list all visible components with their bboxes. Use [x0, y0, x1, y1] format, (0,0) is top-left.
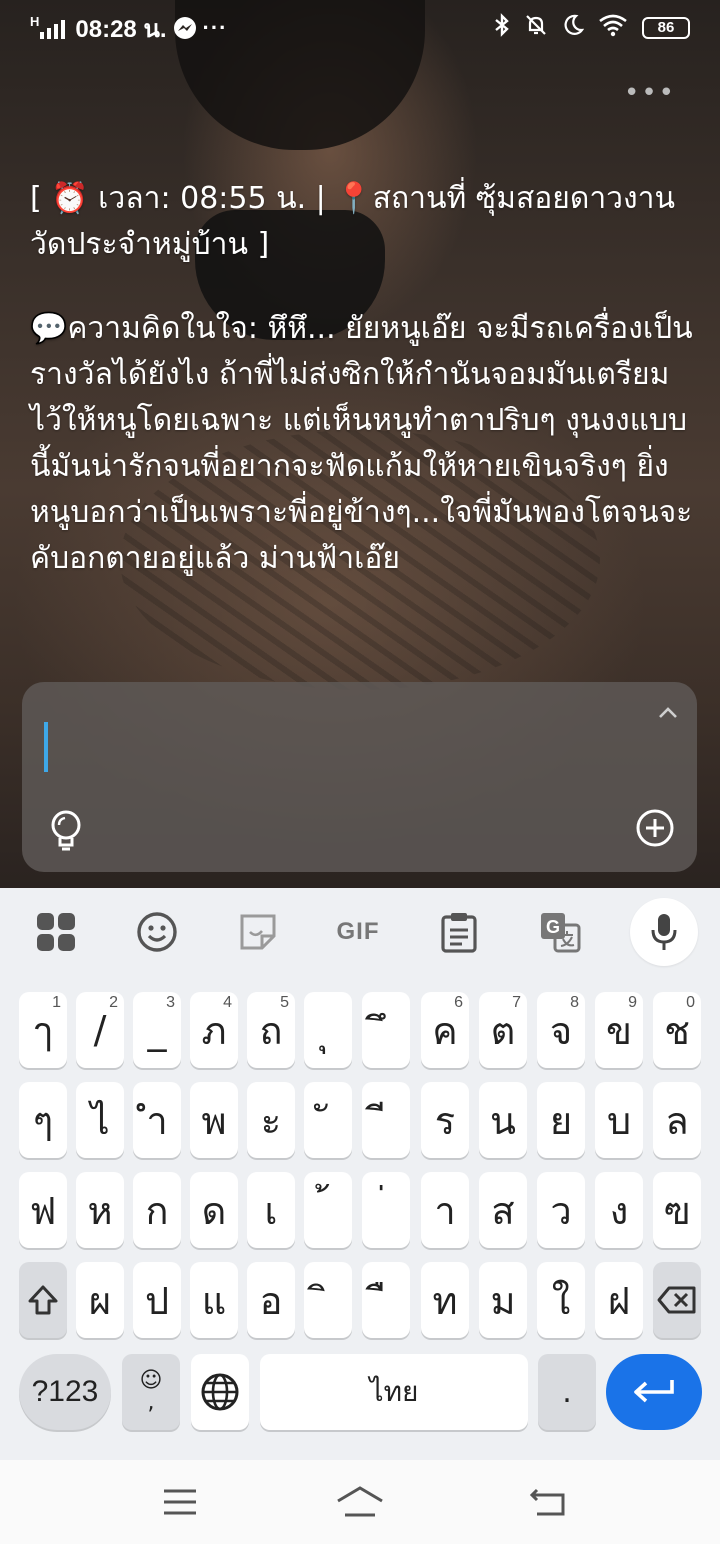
key[interactable]: ะ — [247, 1082, 295, 1158]
keyboard-row-1: ๅ1 /2 _3 ภ4 ถ5 ุ ึ ค6 ต7 จ8 ข9 ช0 — [0, 992, 720, 1068]
period-key[interactable]: . — [538, 1354, 596, 1430]
clock: 08:28 น. — [75, 15, 167, 43]
key[interactable]: ก — [133, 1172, 181, 1248]
keyboard-row-5: ?123 ☺ , ไทย . — [0, 1354, 720, 1430]
keyboard-row-4: ผ ป แ อ ิ ื ท ม ใ ฝ — [0, 1262, 720, 1338]
more-notifications-icon: ··· — [202, 15, 228, 40]
key[interactable]: ต7 — [479, 992, 527, 1068]
keyboard-row-2: ๆ ไ ำ พ ะ ั ี ร น ย บ ล — [0, 1082, 720, 1158]
key[interactable]: ฃ — [653, 1172, 701, 1248]
apps-grid-icon[interactable] — [28, 904, 84, 960]
key[interactable]: ไ — [76, 1082, 124, 1158]
microphone-icon[interactable] — [630, 898, 698, 966]
key[interactable]: ถ5 — [247, 992, 295, 1068]
translate-icon[interactable]: G — [532, 904, 588, 960]
sticker-icon[interactable] — [230, 904, 286, 960]
key[interactable]: ผ — [76, 1262, 124, 1338]
space-key[interactable]: ไทย — [260, 1354, 528, 1430]
svg-text:G: G — [546, 917, 560, 937]
key[interactable]: ข9 — [595, 992, 643, 1068]
key[interactable]: ท — [421, 1262, 469, 1338]
overflow-menu-icon[interactable]: ••• — [624, 78, 676, 108]
key[interactable]: น — [479, 1082, 527, 1158]
message-body: 💬ความคิดในใจ: หึหึ... ยัยหนูเอ๊ย จะมีรถเ… — [30, 311, 693, 576]
message-input[interactable] — [22, 682, 697, 872]
key[interactable]: /2 — [76, 992, 124, 1068]
key[interactable]: ว — [537, 1172, 585, 1248]
keyboard-toolbar: GIF G — [0, 888, 720, 980]
clipboard-icon[interactable] — [431, 904, 487, 960]
home-icon[interactable] — [330, 1480, 390, 1524]
navigation-bar — [0, 1460, 720, 1544]
key[interactable]: ึ — [362, 992, 410, 1068]
key[interactable]: พ — [190, 1082, 238, 1158]
shift-key[interactable] — [19, 1262, 67, 1338]
emoji-icon[interactable] — [129, 904, 185, 960]
key[interactable]: ำ — [133, 1082, 181, 1158]
key[interactable]: ป — [133, 1262, 181, 1338]
key[interactable]: _ 3 — [133, 992, 181, 1068]
key[interactable]: ค6 — [421, 992, 469, 1068]
key[interactable]: ิ — [304, 1262, 352, 1338]
key[interactable]: ี — [362, 1082, 410, 1158]
symbols-key[interactable]: ?123 — [19, 1354, 111, 1430]
chat-message: [ ⏰ เวลา: 08:55 น. | 📍สถานที่ ซุ้มสอยดาว… — [30, 176, 700, 620]
bluetooth-icon — [494, 12, 510, 44]
cell-signal-icon: H — [30, 14, 66, 39]
shift-icon — [28, 1285, 58, 1315]
backspace-icon — [657, 1286, 696, 1314]
add-circle-icon[interactable] — [635, 808, 675, 852]
key[interactable]: จ8 — [537, 992, 585, 1068]
key[interactable]: ง — [595, 1172, 643, 1248]
key[interactable]: ื — [362, 1262, 410, 1338]
key[interactable]: ฟ — [19, 1172, 67, 1248]
emoji-comma-key[interactable]: ☺ , — [122, 1354, 180, 1430]
moon-icon — [562, 13, 585, 44]
globe-icon — [201, 1373, 239, 1411]
battery-indicator: 86 — [642, 17, 690, 39]
language-key[interactable] — [191, 1354, 249, 1430]
key[interactable]: ร — [421, 1082, 469, 1158]
enter-key[interactable] — [606, 1354, 702, 1430]
text-cursor — [44, 722, 48, 772]
chevron-up-icon[interactable] — [657, 698, 679, 726]
status-bar: H 08:28 น. ··· 86 — [0, 0, 720, 56]
key[interactable]: ั — [304, 1082, 352, 1158]
key[interactable]: ส — [479, 1172, 527, 1248]
key[interactable]: ห — [76, 1172, 124, 1248]
key[interactable]: แ — [190, 1262, 238, 1338]
message-header: [ ⏰ เวลา: 08:55 น. | 📍สถานที่ ซุ้มสอยดาว… — [30, 181, 676, 262]
key[interactable]: ม — [479, 1262, 527, 1338]
key[interactable]: ด — [190, 1172, 238, 1248]
back-icon[interactable] — [518, 1480, 578, 1524]
key[interactable]: ่ — [362, 1172, 410, 1248]
key[interactable]: า — [421, 1172, 469, 1248]
key[interactable]: ๆ — [19, 1082, 67, 1158]
keyboard-row-3: ฟ ห ก ด เ ้ ่ า ส ว ง ฃ — [0, 1172, 720, 1248]
key[interactable]: ฝ — [595, 1262, 643, 1338]
key[interactable]: ช0 — [653, 992, 701, 1068]
key[interactable]: อ — [247, 1262, 295, 1338]
key[interactable]: ้ — [304, 1172, 352, 1248]
gif-button[interactable]: GIF — [330, 904, 386, 960]
backspace-key[interactable] — [653, 1262, 701, 1338]
key[interactable]: บ — [595, 1082, 643, 1158]
key[interactable]: ภ4 — [190, 992, 238, 1068]
keyboard: GIF G ๅ1 /2 _3 ภ4 ถ5 ุ ึ ค6 ต7 จ8 ข9 ช0 … — [0, 888, 720, 1460]
wifi-icon — [598, 13, 628, 44]
key[interactable]: เ — [247, 1172, 295, 1248]
key[interactable]: ๅ1 — [19, 992, 67, 1068]
key[interactable]: ย — [537, 1082, 585, 1158]
enter-icon — [634, 1380, 674, 1403]
key[interactable]: ล — [653, 1082, 701, 1158]
key[interactable]: ใ — [537, 1262, 585, 1338]
messenger-icon — [173, 16, 197, 40]
silent-bell-icon — [524, 13, 548, 44]
key[interactable]: ุ — [304, 992, 352, 1068]
lightbulb-icon[interactable] — [46, 808, 86, 852]
menu-icon[interactable] — [150, 1480, 210, 1524]
